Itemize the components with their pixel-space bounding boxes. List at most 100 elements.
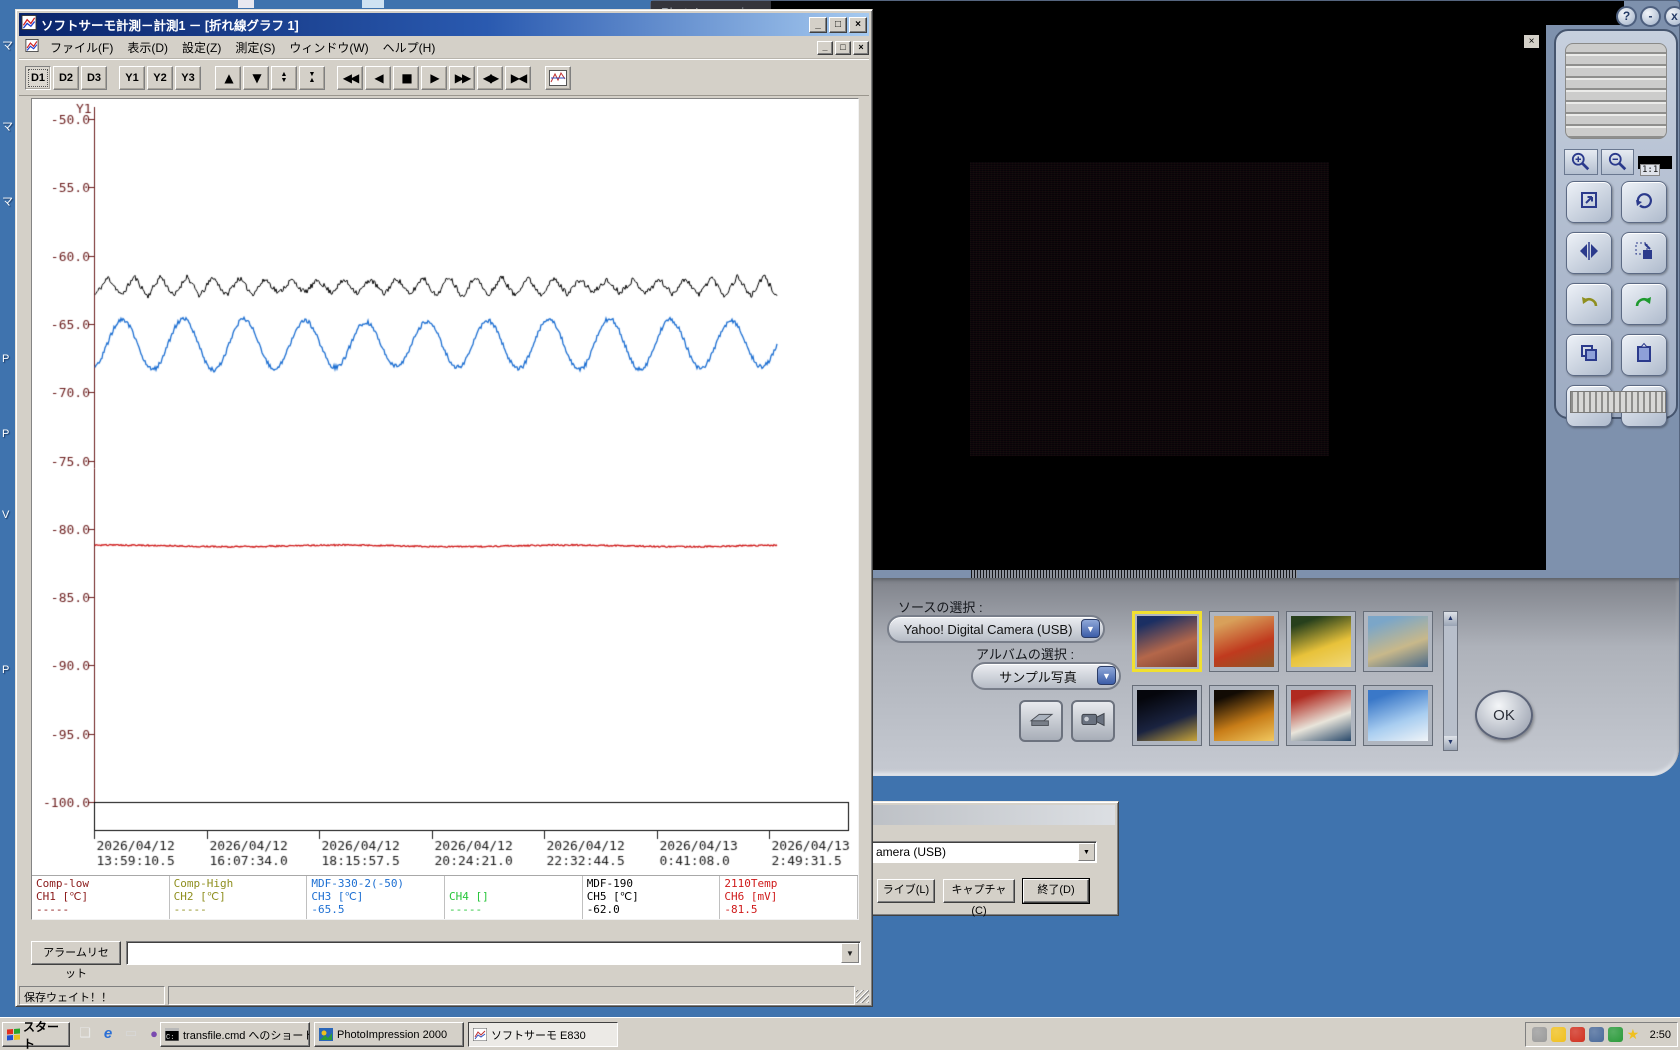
rotate-button[interactable]	[1621, 181, 1667, 223]
undo-button[interactable]	[1566, 283, 1612, 325]
close-button[interactable]: ×	[849, 17, 867, 33]
menu-item-1[interactable]: 表示(D)	[120, 37, 175, 58]
mail-quicklaunch-icon[interactable]: ▭	[122, 1024, 140, 1042]
zoom-in-button[interactable]	[1564, 149, 1598, 175]
thumbnail-ship-bow[interactable]	[1286, 685, 1356, 746]
pan-down-button[interactable]: ▼	[243, 66, 269, 90]
scroll-down-icon[interactable]: ▼	[1444, 736, 1457, 750]
resize-grip[interactable]	[856, 990, 869, 1003]
zoom-out-button[interactable]	[1601, 149, 1635, 175]
chevron-down-icon[interactable]: ▼	[1081, 619, 1100, 638]
camera-source-button[interactable]	[1071, 700, 1115, 742]
stop-button[interactable]: ■	[393, 66, 419, 90]
status-bar: 保存ウェイト！！	[19, 983, 869, 1005]
start-button[interactable]: スタート	[2, 1022, 70, 1047]
minimize-button[interactable]: -	[1640, 6, 1661, 27]
alarm-combobox[interactable]: ▼	[126, 941, 861, 965]
capture-preview-area[interactable]: ×	[771, 1, 1546, 570]
source-select-dropdown[interactable]: Yahoo! Digital Camera (USB) ▼	[887, 615, 1105, 643]
step-back-button[interactable]: ◀	[365, 66, 391, 90]
source-select-label: ソースの選択 :	[898, 597, 983, 616]
selector-button-y3[interactable]: Y3	[175, 66, 201, 90]
audio-tray-icon[interactable]	[1589, 1027, 1604, 1042]
crop-button[interactable]	[1621, 232, 1667, 274]
jump-button[interactable]: ◀▶	[477, 66, 503, 90]
capture-button[interactable]: キャプチャ(C)	[943, 879, 1015, 903]
selector-button-d2[interactable]: D2	[53, 66, 79, 90]
task-photoimpression[interactable]: PhotoImpression 2000	[314, 1022, 464, 1047]
menu-item-5[interactable]: ヘルプ(H)	[376, 37, 443, 58]
chevron-down-icon[interactable]: ▼	[1097, 666, 1116, 685]
thumbnail-fiber-optics[interactable]	[1209, 685, 1279, 746]
menu-item-0[interactable]: ファイル(F)	[43, 37, 120, 58]
star-tray-icon[interactable]: ★	[1627, 1027, 1642, 1042]
selector-button-d3[interactable]: D3	[81, 66, 107, 90]
compress-y-button[interactable]: ▼▲	[299, 66, 325, 90]
title-bar[interactable]: ソフトサーモ計測－計測1 － [折れ線グラフ 1] _□×	[19, 13, 869, 36]
window-quicklaunch-icon[interactable]: ❑	[76, 1024, 94, 1042]
child-minimize-button[interactable]: _	[817, 41, 833, 55]
scroll-up-icon[interactable]: ▲	[1444, 612, 1457, 626]
paste-button[interactable]	[1621, 334, 1667, 376]
minimize-button[interactable]: _	[809, 17, 827, 33]
actual-size-button[interactable]: 1:1	[1640, 164, 1660, 176]
legend-cell-ch1: Comp-lowCH1 [℃]-----	[32, 876, 170, 919]
photo-night-city	[1137, 690, 1197, 741]
close-button[interactable]: x	[1664, 6, 1680, 27]
task-softthermo[interactable]: ソフトサーモ E830	[468, 1022, 618, 1047]
panel-grip[interactable]	[1565, 43, 1667, 139]
thumbnail-yellow-flowers[interactable]	[1286, 611, 1356, 672]
selector-button-d1[interactable]: D1	[25, 66, 51, 90]
selector-button-y2[interactable]: Y2	[147, 66, 173, 90]
pan-up-button[interactable]: ▲	[215, 66, 241, 90]
album-select-dropdown[interactable]: サンプル写真 ▼	[971, 662, 1121, 690]
desktop-icon-label-fragment: マ	[2, 37, 15, 53]
maximize-button[interactable]: □	[829, 17, 847, 33]
alarm-reset-button[interactable]: アラームリセット	[31, 941, 121, 965]
desktop-icon-fragment	[362, 0, 384, 8]
line-graph-canvas[interactable]	[32, 99, 858, 875]
photo-sky-clouds	[1368, 690, 1428, 741]
ok-button[interactable]: OK	[1475, 690, 1533, 740]
help-tray-icon[interactable]	[1551, 1027, 1566, 1042]
copy-button[interactable]	[1566, 334, 1612, 376]
alert-tray-icon[interactable]	[1570, 1027, 1585, 1042]
chevron-down-icon[interactable]: ▼	[841, 943, 859, 963]
expand-y-button[interactable]: ▲▼	[271, 66, 297, 90]
fast-forward-button[interactable]: ▶▶	[449, 66, 475, 90]
menu-item-3[interactable]: 測定(S)	[228, 37, 282, 58]
thumbnail-harbor-town[interactable]	[1363, 611, 1433, 672]
jump-end-button[interactable]: ▶◀	[505, 66, 531, 90]
step-forward-button[interactable]: ▶	[421, 66, 447, 90]
task-label: ソフトサーモ E830	[491, 1027, 586, 1043]
help-button[interactable]: ?	[1616, 6, 1637, 27]
scanner-source-button[interactable]	[1019, 700, 1063, 742]
fast-rewind-button[interactable]: ◀◀	[337, 66, 363, 90]
task-transfile[interactable]: C:transfile.cmd へのショート...	[160, 1022, 310, 1047]
chevron-down-icon[interactable]: ▼	[1078, 843, 1095, 861]
thumbnail-night-city[interactable]	[1132, 685, 1202, 746]
preview-close-icon[interactable]: ×	[1523, 34, 1540, 49]
exit-button[interactable]: 終了(D)	[1023, 879, 1089, 903]
child-close-button[interactable]: ×	[853, 41, 869, 55]
thumbnail-red-rock-spires[interactable]	[1132, 611, 1202, 672]
menu-item-2[interactable]: 設定(Z)	[175, 37, 228, 58]
graph-settings-button[interactable]	[545, 66, 571, 90]
flip-horizontal-button[interactable]	[1566, 232, 1612, 274]
menu-item-4[interactable]: ウィンドウ(W)	[282, 37, 375, 58]
camera-select-value: amera (USB)	[876, 845, 946, 859]
status-tray-icon[interactable]	[1608, 1027, 1623, 1042]
desktop: マママPPVP PhotoImpression × ?-x ソースの選択 : Y…	[0, 0, 1680, 1050]
thumbnail-red-bird[interactable]	[1209, 611, 1279, 672]
toolbar: D1D2D3Y1Y2Y3 ▲▼▲▼▼▲◀◀◀■▶▶▶◀▶▶◀	[19, 59, 869, 96]
thumbnail-scrollbar[interactable]: ▲ ▼	[1443, 611, 1458, 751]
live-button[interactable]: ライブ(L)	[877, 879, 935, 903]
resize-button[interactable]	[1566, 181, 1612, 223]
redo-button[interactable]	[1621, 283, 1667, 325]
flip-horizontal-icon	[1578, 240, 1600, 267]
printer-tray-icon[interactable]	[1532, 1027, 1547, 1042]
selector-button-y1[interactable]: Y1	[119, 66, 145, 90]
child-restore-button[interactable]: □	[835, 41, 851, 55]
thumbnail-sky-clouds[interactable]	[1363, 685, 1433, 746]
ie-quicklaunch-icon[interactable]: e	[99, 1024, 117, 1042]
